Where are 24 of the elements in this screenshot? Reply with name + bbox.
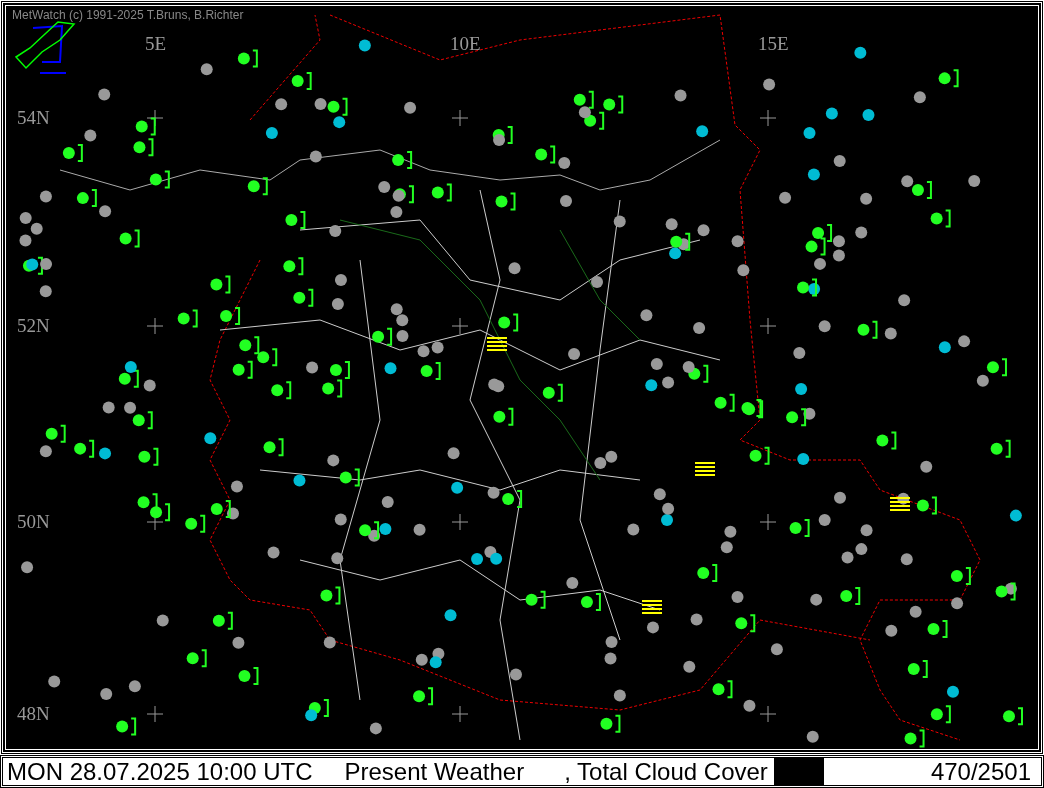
latitude-label: 48N [17,703,50,725]
grid-cross-icon [451,705,469,723]
parameter-label: Present Weather [344,757,525,786]
app-title: MetWatch (c) 1991-2025 T.Bruns, B.Richter [12,8,244,22]
longitude-label: 10E [450,33,481,55]
logo-icon [14,21,76,74]
longitude-label: 5E [145,33,167,55]
grid-cross-icon [759,705,777,723]
station-count: 470/2501 [930,757,1031,786]
overlay-label: , Total Cloud Cover [564,757,768,786]
latitude-label: 54N [17,107,50,129]
map-strip [773,758,824,785]
grid-cross-icon [759,513,777,531]
grid-cross-icon [451,109,469,127]
grid-cross-icon [146,317,164,335]
date-time-label: MON 28.07.2025 10:00 UTC [7,757,313,786]
grid-cross-icon [451,513,469,531]
grid-cross-icon [451,317,469,335]
longitude-label: 15E [758,33,789,55]
grid-cross-icon [759,109,777,127]
latitude-label: 52N [17,315,50,337]
latitude-label: 50N [17,511,50,533]
grid-cross-icon [759,317,777,335]
grid-cross-icon [146,705,164,723]
